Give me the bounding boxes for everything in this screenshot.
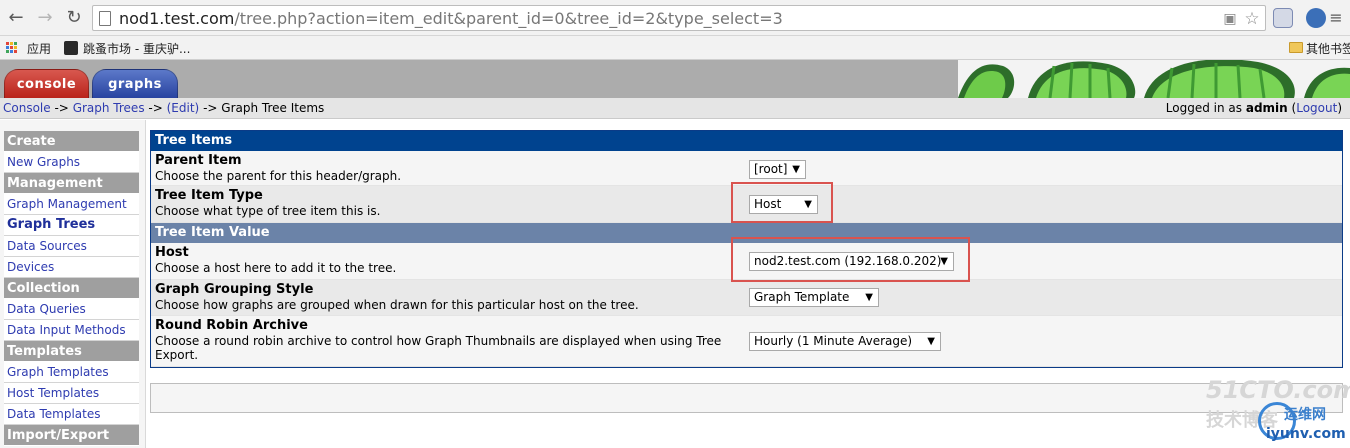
sidebar-menu: Create New Graphs Management Graph Manageme…: [4, 131, 139, 446]
dropdown-arrow-icon: ▼: [804, 199, 812, 210]
dropdown-arrow-icon: ▼: [792, 164, 800, 175]
sidebar-item-graph-management[interactable]: Graph Management: [4, 194, 139, 215]
sidebar-item-devices[interactable]: Devices: [4, 257, 139, 278]
sidebar-item-data-templates[interactable]: Data Templates: [4, 404, 139, 425]
field-parent-item: Parent Item Choose the parent for this h…: [151, 151, 1342, 186]
folder-icon: [1289, 42, 1303, 53]
field-desc: Choose a host here to add it to the tree…: [155, 261, 397, 275]
sidebar-item-new-graphs[interactable]: New Graphs: [4, 152, 139, 173]
watermark-text: 51CTO.com: [1206, 376, 1350, 404]
breadcrumb-graph-trees[interactable]: Graph Trees: [73, 101, 145, 115]
forward-arrow-icon[interactable]: →: [34, 7, 56, 29]
browser-toolbar: ← → ↻ nod1.test.com/tree.php?action=item…: [0, 0, 1350, 36]
select-value: Host: [754, 197, 782, 211]
watermark: 51CTO.com 技术博客 运维网 iyunv.com: [1206, 376, 1350, 446]
sidebar-item-data-sources[interactable]: Data Sources: [4, 236, 139, 257]
bookmark-apps[interactable]: 应用: [27, 40, 51, 57]
sidebar-item-data-queries[interactable]: Data Queries: [4, 299, 139, 320]
graph-grouping-select[interactable]: Graph Template ▼: [749, 288, 879, 307]
sidebar-header-collection-methods: Collection Methods: [4, 278, 139, 317]
select-value: Graph Template: [754, 290, 850, 304]
breadcrumb-separator: ->: [203, 101, 218, 115]
sidebar-item-graph-templates[interactable]: Graph Templates: [4, 362, 139, 383]
select-value: nod2.test.com (192.168.0.202): [754, 254, 942, 268]
breadcrumb-console[interactable]: Console: [3, 101, 51, 115]
sidebar-item-graph-trees[interactable]: Graph Trees: [4, 215, 139, 236]
menu-icon[interactable]: ≡: [1325, 7, 1347, 29]
breadcrumb-bar: Console -> Graph Trees -> (Edit) -> Grap…: [0, 98, 1350, 119]
sidebar-item-host-templates[interactable]: Host Templates: [4, 383, 139, 404]
field-round-robin-archive: Round Robin Archive Choose a round robin…: [151, 316, 1342, 367]
sidebar-header-management: Management: [4, 173, 139, 194]
select-value: Hourly (1 Minute Average): [754, 334, 913, 348]
breadcrumb: Console -> Graph Trees -> (Edit) -> Grap…: [3, 101, 324, 115]
dropdown-arrow-icon: ▼: [865, 292, 873, 303]
login-user: admin: [1245, 101, 1288, 115]
field-title: Parent Item: [155, 153, 242, 168]
bookmark-flea-market[interactable]: 跳蚤市场 - 重庆驴...: [83, 40, 190, 57]
field-title: Host: [155, 245, 189, 260]
sidebar-header-templates: Templates: [4, 341, 139, 362]
other-bookmarks[interactable]: 其他书签: [1306, 40, 1350, 57]
tree-items-form: Tree Items Parent Item Choose the parent…: [150, 130, 1343, 368]
breadcrumb-separator: ->: [54, 101, 69, 115]
sidebar-header-import-export: Import/Export: [4, 425, 139, 446]
bookmarks-bar: 应用 跳蚤市场 - 重庆驴... 其他书签: [0, 36, 1350, 60]
back-arrow-icon[interactable]: ←: [5, 7, 27, 29]
field-desc: Choose what type of tree item this is.: [155, 204, 381, 218]
field-host: Host Choose a host here to add it to the…: [151, 243, 1342, 280]
field-desc: Choose a round robin archive to control …: [155, 334, 722, 362]
sidebar: Create New Graphs Management Graph Manageme…: [0, 120, 146, 448]
url-host: nod1.test.com: [119, 9, 235, 28]
cactus-logo: [958, 60, 1350, 98]
page-icon: [99, 11, 111, 26]
breadcrumb-current: Graph Tree Items: [221, 101, 325, 115]
address-bar[interactable]: nod1.test.com/tree.php?action=item_edit&…: [92, 5, 1266, 31]
breadcrumb-edit[interactable]: (Edit): [167, 101, 200, 115]
parent-item-select[interactable]: [root] ▼: [749, 160, 806, 179]
tab-graphs[interactable]: graphs: [92, 69, 178, 98]
select-value: [root]: [754, 162, 788, 176]
extension-icon[interactable]: [1273, 8, 1293, 28]
field-desc: Choose the parent for this header/graph.: [155, 169, 402, 183]
section-tree-items: Tree Items: [151, 131, 1342, 151]
round-robin-archive-select[interactable]: Hourly (1 Minute Average) ▼: [749, 332, 941, 351]
tree-item-type-select[interactable]: Host ▼: [749, 195, 818, 214]
field-title: Graph Grouping Style: [155, 282, 314, 297]
url-text: nod1.test.com/tree.php?action=item_edit&…: [119, 9, 783, 28]
watermark-text: 运维网: [1284, 407, 1326, 423]
login-status: Logged in as admin (Logout): [1165, 101, 1342, 115]
shield-extension-icon[interactable]: [1306, 8, 1326, 28]
section-tree-item-value: Tree Item Value: [151, 223, 1342, 243]
dropdown-arrow-icon: ▼: [927, 336, 935, 347]
field-desc: Choose how graphs are grouped when drawn…: [155, 298, 639, 312]
url-path: /tree.php?action=item_edit&parent_id=0&t…: [234, 9, 783, 28]
login-prefix: Logged in as: [1165, 101, 1243, 115]
translate-icon[interactable]: ▣: [1221, 10, 1239, 28]
tab-console[interactable]: console: [4, 69, 89, 98]
breadcrumb-separator: ->: [148, 101, 163, 115]
cacti-header: console graphs: [0, 60, 1350, 98]
star-icon[interactable]: ☆: [1243, 10, 1261, 28]
apps-icon[interactable]: [6, 42, 18, 54]
field-title: Tree Item Type: [155, 188, 263, 203]
field-title: Round Robin Archive: [155, 318, 308, 333]
sidebar-item-data-input-methods[interactable]: Data Input Methods: [4, 320, 139, 341]
logout-link[interactable]: Logout: [1296, 101, 1337, 115]
host-select[interactable]: nod2.test.com (192.168.0.202) ▼: [749, 252, 954, 271]
watermark-text: iyunv.com: [1266, 426, 1346, 442]
sidebar-header-create: Create: [4, 131, 139, 152]
field-tree-item-type: Tree Item Type Choose what type of tree …: [151, 186, 1342, 223]
form-actions-area: [150, 383, 1343, 413]
field-graph-grouping-style: Graph Grouping Style Choose how graphs a…: [151, 280, 1342, 316]
bookmark-favicon-icon: [64, 41, 78, 55]
dropdown-arrow-icon: ▼: [940, 256, 948, 267]
reload-icon[interactable]: ↻: [63, 7, 85, 29]
